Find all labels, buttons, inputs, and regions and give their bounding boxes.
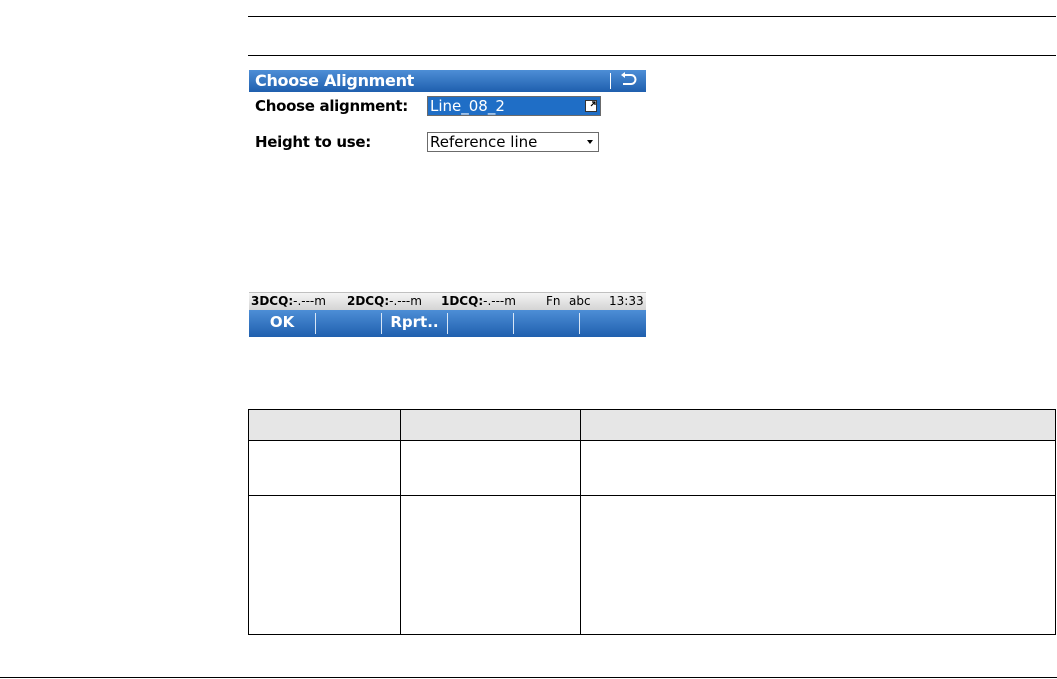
screen-title: Choose Alignment — [255, 71, 415, 90]
dropdown-arrow-icon — [587, 140, 593, 144]
height-to-use-dropdown[interactable]: Reference line — [427, 132, 599, 152]
choose-alignment-label: Choose alignment: — [255, 97, 408, 115]
back-arrow-icon[interactable] — [619, 71, 639, 89]
top-rule — [248, 16, 1056, 17]
table-cell — [580, 495, 1056, 635]
table-header-cell — [400, 409, 581, 441]
table-header-cell — [248, 409, 401, 441]
status-3dcq: 3DCQ:-.---m — [251, 294, 326, 308]
list-select-icon[interactable] — [585, 100, 597, 112]
softkey-bar: OK Rprt.. — [249, 310, 646, 337]
status-bar: 3DCQ:-.---m 2DCQ:-.---m 1DCQ:-.---m Fn a… — [249, 292, 646, 310]
table-header-row — [248, 409, 1056, 441]
softkey-f4[interactable] — [448, 310, 513, 337]
footer-rule — [0, 677, 1057, 678]
status-fn: Fn — [546, 294, 561, 308]
device-screen: Choose Alignment Choose alignment: Line_… — [249, 70, 646, 337]
softkey-ok[interactable]: OK — [249, 310, 315, 337]
table-cell — [400, 440, 581, 496]
title-bar: Choose Alignment — [249, 70, 646, 92]
status-time: 13:33 — [609, 294, 644, 308]
softkey-report[interactable]: Rprt.. — [382, 310, 447, 337]
status-2dcq: 2DCQ:-.---m — [347, 294, 422, 308]
table-header-cell — [580, 409, 1056, 441]
height-to-use-value: Reference line — [430, 133, 538, 151]
softkey-f2[interactable] — [316, 310, 381, 337]
height-to-use-label: Height to use: — [255, 133, 371, 151]
table-cell — [248, 495, 401, 635]
status-1dcq: 1DCQ:-.---m — [441, 294, 516, 308]
table-row — [248, 440, 1056, 496]
table-cell — [400, 495, 581, 635]
softkey-f5[interactable] — [514, 310, 579, 337]
choose-alignment-value: Line_08_2 — [430, 97, 505, 115]
description-table — [248, 409, 1056, 635]
title-separator — [610, 73, 611, 89]
table-cell — [248, 440, 401, 496]
choose-alignment-field[interactable]: Line_08_2 — [427, 96, 601, 116]
softkey-f6[interactable] — [580, 310, 646, 337]
status-input-mode: abc — [569, 294, 591, 308]
header-rule — [248, 55, 1056, 56]
table-row — [248, 495, 1056, 635]
table-cell — [580, 440, 1056, 496]
